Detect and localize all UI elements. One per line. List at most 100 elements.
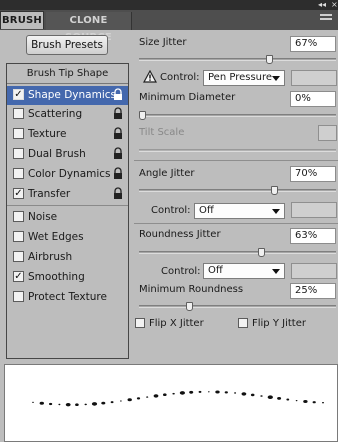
chevron-down-icon [272, 209, 280, 214]
sidebar-item-scattering[interactable]: Scattering [7, 105, 128, 124]
size-jitter-thumb[interactable] [266, 55, 273, 64]
roundness-control-select[interactable]: Off [203, 263, 285, 279]
flip-y-checkbox[interactable] [238, 318, 248, 328]
sidebar-item-label: Noise [28, 211, 58, 223]
minimum-roundness-label: Minimum Roundness [139, 284, 244, 295]
tab-brush[interactable]: BRUSH [0, 11, 44, 29]
stroke-dab [75, 403, 79, 406]
sidebar-item-shape-dynamics[interactable]: ✓ Shape Dynamics [7, 86, 128, 105]
checkbox[interactable] [13, 291, 24, 302]
roundness-jitter-label: Roundness Jitter [139, 229, 221, 240]
brush-presets-button[interactable]: Brush Presets [26, 35, 108, 55]
minimum-roundness-value[interactable]: 25% [290, 283, 336, 299]
lock-icon[interactable] [112, 88, 124, 102]
sidebar-item-label: Texture [28, 128, 67, 140]
angle-jitter-label: Angle Jitter [139, 168, 195, 179]
size-control-field [291, 70, 337, 86]
stroke-dab [65, 403, 71, 407]
checkbox[interactable] [13, 148, 24, 159]
tilt-scale-label: Tilt Scale [139, 127, 185, 138]
minimum-roundness-slider[interactable] [139, 305, 336, 308]
roundness-control-field [291, 263, 337, 279]
size-control-select[interactable]: Pen Pressure [203, 70, 285, 86]
sidebar-item-noise[interactable]: Noise [7, 208, 128, 227]
brush-stroke-preview [4, 364, 338, 442]
lock-icon[interactable] [112, 147, 124, 161]
sidebar-item-label: Airbrush [28, 251, 73, 263]
stroke-dab [58, 403, 61, 406]
size-control-value: Pen Pressure [208, 72, 273, 83]
chevron-down-icon [272, 269, 280, 274]
checkbox[interactable] [13, 231, 24, 242]
lock-icon[interactable] [112, 167, 124, 181]
checkbox[interactable] [13, 211, 24, 222]
minimum-diameter-thumb[interactable] [139, 111, 146, 120]
angle-control-select[interactable]: Off [194, 203, 285, 219]
angle-jitter-thumb[interactable] [271, 186, 278, 195]
angle-control-label: Control: [151, 205, 191, 216]
roundness-jitter-slider[interactable] [139, 251, 336, 254]
warning-triangle-icon [143, 70, 157, 83]
lock-icon[interactable] [112, 187, 124, 201]
sidebar-item-label: Protect Texture [28, 291, 107, 303]
angle-jitter-slider[interactable] [139, 189, 336, 192]
size-jitter-value[interactable]: 67% [290, 36, 336, 52]
minimum-roundness-thumb[interactable] [186, 302, 193, 311]
size-jitter-slider[interactable] [139, 58, 336, 61]
roundness-control-label: Control: [161, 266, 201, 277]
panel-title-strip [0, 0, 338, 10]
sidebar-item-airbrush[interactable]: Airbrush [7, 248, 128, 267]
sidebar-item-smoothing[interactable]: ✓ Smoothing [7, 268, 128, 287]
checkbox[interactable]: ✓ [13, 89, 24, 100]
stroke-dab [146, 396, 149, 398]
stroke-dab [277, 397, 282, 400]
roundness-jitter-value[interactable]: 63% [290, 228, 336, 244]
lock-icon[interactable] [112, 127, 124, 141]
stroke-dab [241, 392, 247, 396]
divider [134, 160, 338, 161]
flip-x-checkbox[interactable] [135, 318, 145, 328]
sidebar-item-transfer[interactable]: ✓ Transfer [7, 185, 128, 204]
checkbox[interactable] [13, 108, 24, 119]
sidebar-item-label: Smoothing [28, 271, 85, 283]
checkbox[interactable] [13, 168, 24, 179]
sidebar-item-label: Color Dynamics [28, 168, 111, 180]
stroke-dab [250, 393, 255, 397]
sidebar-item-protect-texture[interactable]: Protect Texture [7, 288, 128, 307]
checkbox[interactable] [13, 251, 24, 262]
minimum-diameter-slider[interactable] [139, 114, 336, 117]
panel-menu-icon[interactable] [320, 14, 332, 24]
stroke-dab [163, 393, 167, 396]
sidebar-item-color-dynamics[interactable]: Color Dynamics [7, 165, 128, 184]
stroke-dab [260, 395, 263, 397]
sidebar-item-label: Scattering [28, 108, 83, 120]
roundness-jitter-thumb[interactable] [258, 248, 265, 257]
minimum-diameter-value[interactable]: 0% [290, 91, 336, 107]
stroke-preview-canvas [32, 390, 324, 407]
divider [7, 205, 128, 206]
stroke-dab [215, 390, 220, 394]
stroke-dab [91, 402, 98, 406]
brush-tip-shape-item[interactable]: Brush Tip Shape [7, 64, 128, 84]
roundness-control-value: Off [208, 265, 223, 276]
stroke-dab [303, 400, 308, 403]
sidebar-item-label: Transfer [28, 188, 71, 200]
sidebar-item-dual-brush[interactable]: Dual Brush [7, 145, 128, 164]
stroke-dab [32, 401, 34, 403]
stroke-dab [49, 402, 53, 406]
tab-clone-source[interactable]: CLONE SOURCE [46, 12, 132, 43]
angle-jitter-value[interactable]: 70% [290, 166, 336, 182]
stroke-dab [136, 397, 141, 400]
lock-icon[interactable] [112, 107, 124, 121]
checkbox[interactable] [13, 128, 24, 139]
collapse-icon[interactable]: ◂◂ [318, 0, 326, 10]
sidebar-item-texture[interactable]: Texture [7, 125, 128, 144]
stroke-dab [39, 401, 44, 405]
stroke-dab [208, 391, 210, 393]
chevron-down-icon [272, 76, 280, 81]
checkbox[interactable]: ✓ [13, 271, 24, 282]
checkbox[interactable]: ✓ [13, 188, 24, 199]
sidebar-item-wet-edges[interactable]: Wet Edges [7, 228, 128, 247]
close-icon[interactable]: × [331, 0, 338, 10]
brush-panel: { "tabs": {"brush": "BRUSH", "clone_sour… [0, 0, 338, 442]
